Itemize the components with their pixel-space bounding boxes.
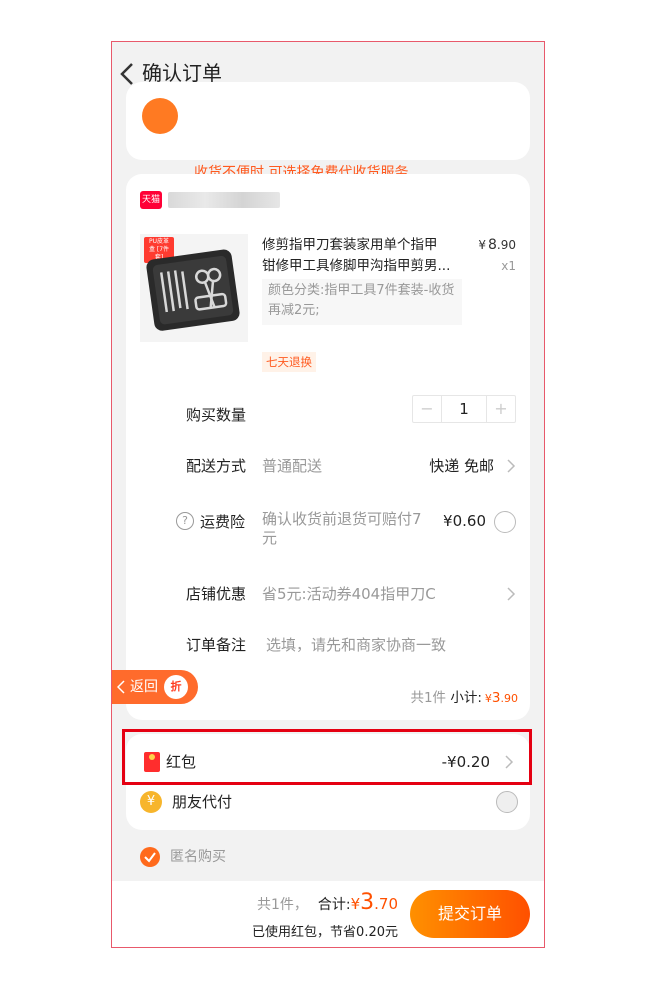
total-price: ¥3.70 [350,890,398,915]
float-back-button[interactable]: 返回 折 [112,670,198,704]
bottom-bar: 共1件， 合计:¥3.70 已使用红包，节省0.20元 提交订单 [112,881,544,947]
quantity-stepper: − 1 + [412,395,516,423]
total-count: 共1件， [256,897,308,913]
quantity-label: 购买数量 [186,406,247,424]
yen-icon: ¥ [140,791,162,813]
order-card: 天猫 PU皮革盒 [7件套] 修剪指甲刀套装家用单个指甲 钳修甲工具修脚甲沟指甲… [126,174,530,720]
friend-pay-label: 朋友代付 [172,793,233,811]
chevron-right-icon [507,587,516,601]
store-name-blurred [168,192,280,208]
insurance-value: 确认收货前退货可赔付7元 [262,510,422,547]
product-price: ¥8.90 [478,237,516,253]
subtotal-yen: ¥ [484,692,492,705]
shipping-label: 配送方式 [186,457,247,475]
shipping-row[interactable]: 配送方式 普通配送 快递 免邮 [186,454,516,478]
remark-input[interactable]: 选填，请先和商家协商一致 [266,633,446,657]
float-back-label: 返回 [130,679,158,695]
chevron-right-icon [507,459,516,473]
quantity-plus-button[interactable]: + [487,396,515,422]
return-badge: 七天退换 [262,352,316,372]
insurance-label: 运费险 [200,513,246,531]
nail-kit-picture [146,249,240,331]
store-discount-row[interactable]: 店铺优惠 省5元:活动券404指甲刀C [186,582,516,606]
phone-frame: 确认订单 收货不便时,可选择免费代收货服务 天猫 PU皮革盒 [7件套] 修剪指… [111,41,545,948]
product-title[interactable]: 修剪指甲刀套装家用单个指甲 钳修甲工具修脚甲沟指甲剪男... [262,235,462,277]
quantity-row: 购买数量 − 1 + [186,395,516,427]
check-icon [144,852,156,863]
store-discount-value: 省5元:活动券404指甲刀C [262,585,436,603]
product-qty: x1 [501,259,516,273]
product-sku: 颜色分类:指甲工具7件套装-收货再减2元; [262,279,462,325]
submit-order-button[interactable]: 提交订单 [410,890,530,938]
quantity-minus-button[interactable]: − [413,396,441,422]
total-int: 3 [360,890,375,915]
shipping-method: 快递 免邮 [429,457,494,475]
insurance-row: ? 运费险 确认收货前退货可赔付7元 ¥0.60 [176,510,516,547]
hongbao-highlight-box [122,729,532,785]
anonymous-checkbox[interactable] [140,847,160,867]
friend-pay-radio[interactable] [496,791,518,813]
total-dec: .70 [374,895,398,913]
tmall-icon: 天猫 [140,191,162,209]
anonymous-label: 匿名购买 [170,849,226,865]
product-title-line2: 钳修甲工具修脚甲沟指甲剪男... [262,258,451,274]
remark-row: 订单备注 选填，请先和商家协商一致 [186,633,516,657]
quantity-input[interactable]: 1 [441,396,487,422]
saving-note: 已使用红包，节省0.20元 [252,925,398,940]
discount-logo-icon: 折 [164,675,188,699]
insurance-radio[interactable] [494,511,516,533]
location-icon [142,98,178,134]
price-dec: .90 [496,238,516,252]
subtotal-price: ¥3.90 [482,690,518,706]
remark-label: 订单备注 [186,636,247,654]
total-line: 共1件， 合计:¥3.70 [257,889,398,919]
store-discount-label: 店铺优惠 [186,585,247,603]
insurance-price: ¥0.60 [443,512,486,530]
subtotal: 共1件 小计: ¥3.90 [410,686,518,706]
subtotal-count: 共1件 [410,690,447,706]
price-yen: ¥ [478,238,486,252]
subtotal-label: 小计: [446,690,482,706]
shipping-value: 普通配送 [262,457,323,475]
product-image[interactable]: PU皮革盒 [7件套] [140,234,248,342]
help-icon[interactable]: ? [176,512,194,530]
total-yen: ¥ [350,895,361,913]
subtotal-dec: .90 [500,692,519,705]
delivery-card: 收货不便时,可选择免费代收货服务 [126,82,530,181]
product-title-line1: 修剪指甲刀套装家用单个指甲 [262,237,438,253]
price-int: 8 [487,237,497,253]
subtotal-int: 3 [491,690,501,706]
total-label: 合计: [317,897,351,913]
chevron-left-icon [117,680,125,694]
